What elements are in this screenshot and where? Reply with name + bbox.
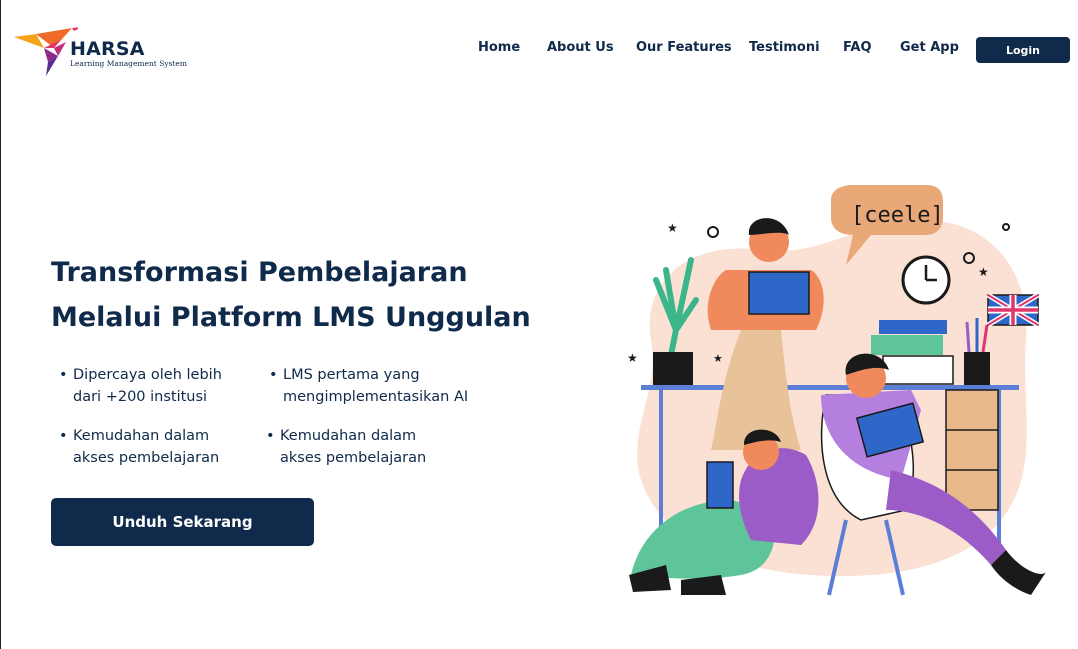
star-icon: ★ [627,351,638,365]
students-reading-illustration: [ceele] ★ ★ ★ ★ [627,185,1046,596]
nav-our-features[interactable]: Our Features [636,40,732,55]
hero-headline-line2: Melalui Platform LMS Unggulan [51,302,531,333]
star-icon: ★ [978,265,989,279]
brand-name: HARSA [70,38,145,60]
bullet: • [266,428,275,444]
feature-item: • Kemudahan dalam akses pembelajaran [59,425,219,469]
bullet: • [59,367,68,383]
hummingbird-logo-icon [14,27,78,76]
book-icon [706,461,734,509]
brand-tagline: Learning Management System [70,59,187,68]
book-icon [748,271,810,315]
login-button[interactable]: Login [976,37,1070,63]
brand-logo[interactable]: HARSA Learning Management System [14,22,187,78]
nav-testimoni[interactable]: Testimoni [749,40,820,55]
feature-item: • Kemudahan dalam akses pembelajaran [266,425,426,469]
star-icon: ★ [713,352,723,365]
speech-bubble-text: [ceele] [851,203,944,228]
feature-line: Kemudahan dalam [280,428,417,444]
nav-get-app[interactable]: Get App [900,40,959,55]
plant-pot [653,352,693,386]
page: HARSA Learning Management System Home Ab… [0,0,1078,649]
nav-home[interactable]: Home [478,40,520,55]
feature-line: Dipercaya oleh lebih [73,367,222,383]
bullet: • [269,367,278,383]
download-now-button[interactable]: Unduh Sekarang [51,498,314,546]
feature-line: Kemudahan dalam [73,428,210,444]
star-icon: ★ [667,221,678,235]
feature-line: akses pembelajaran [280,450,427,466]
book-stack [879,320,947,334]
feature-line: akses pembelajaran [73,450,220,466]
feature-line: mengimplementasikan AI [283,389,469,405]
hero-headline: Transformasi Pembelajaran Melalui Platfo… [51,250,571,340]
nav-faq[interactable]: FAQ [843,40,872,55]
feature-line: dari +200 institusi [73,389,208,405]
feature-item: • LMS pertama yang mengimplementasikan A… [269,364,468,408]
nav-about-us[interactable]: About Us [547,40,614,55]
pencil-cup [964,352,990,385]
drawer-cabinet [945,389,999,511]
feature-line: LMS pertama yang [283,367,420,383]
bullet: • [59,428,68,444]
feature-item: • Dipercaya oleh lebih dari +200 institu… [59,364,222,408]
hero-headline-line1: Transformasi Pembelajaran [51,257,468,288]
